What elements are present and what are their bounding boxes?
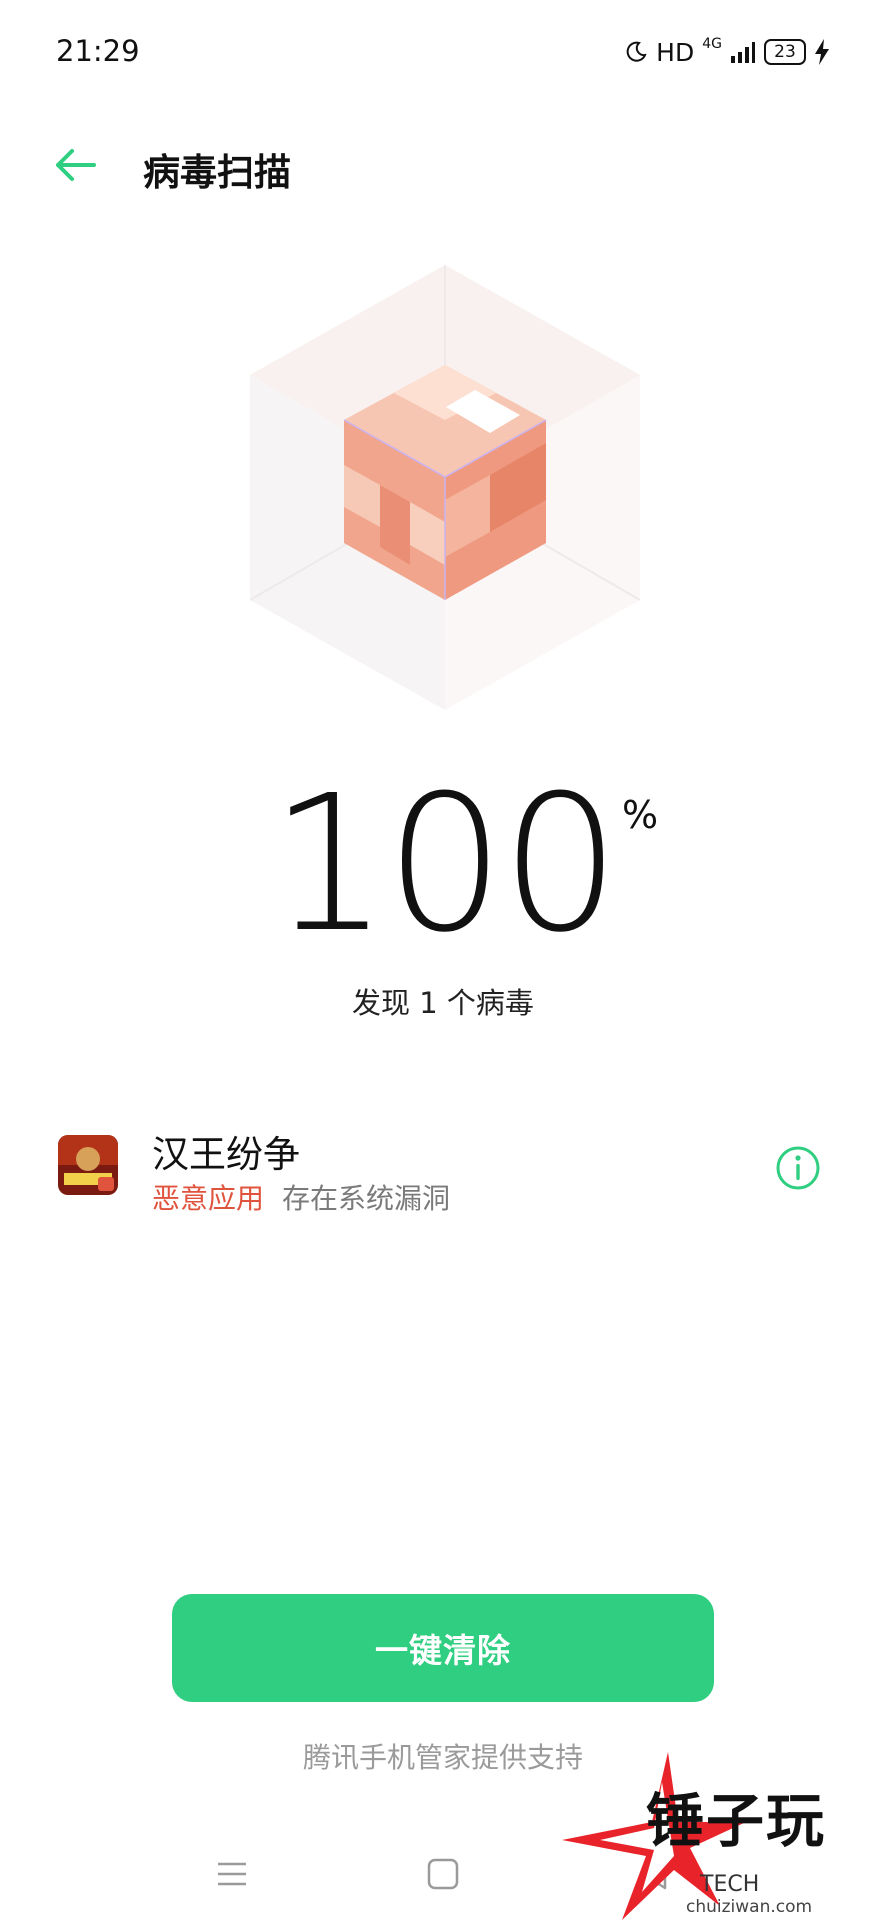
app-header: 病毒扫描 <box>0 120 886 210</box>
nav-menu-button[interactable] <box>212 1854 252 1894</box>
battery-indicator: 23 <box>764 39 806 65</box>
bolt-icon <box>815 39 829 65</box>
signal-icon <box>731 42 755 63</box>
menu-icon <box>218 1862 246 1886</box>
watermark-logo: 锤子玩 TECH chuiziwan.com <box>550 1752 886 1920</box>
moon-icon <box>626 41 647 62</box>
threat-list-item[interactable]: 汉王纷争 恶意应用 存在系统漏洞 <box>0 1115 886 1215</box>
hd-indicator: HD <box>656 37 695 67</box>
home-square-icon <box>427 1858 459 1890</box>
nav-home-button[interactable] <box>423 1854 463 1894</box>
one-click-clean-button[interactable]: 一键清除 <box>172 1594 714 1702</box>
app-icon <box>58 1135 118 1195</box>
network-type: 4G <box>702 36 722 52</box>
back-button[interactable] <box>52 142 98 188</box>
threat-type-label: 恶意应用 <box>152 1182 265 1215</box>
watermark-brand: 锤子玩 <box>646 1787 827 1855</box>
scan-progress: 100 % <box>0 755 886 974</box>
page-title: 病毒扫描 <box>143 151 291 194</box>
status-bar: 21:29 HD 4G 23 <box>0 0 886 100</box>
scan-percent-value: 100 <box>269 755 621 974</box>
app-name: 汉王纷争 <box>152 1133 300 1176</box>
scan-result-text: 发现 1 个病毒 <box>352 986 534 1020</box>
status-icons: HD 4G 23 <box>624 36 830 68</box>
threat-description: 存在系统漏洞 <box>282 1182 451 1215</box>
info-icon <box>776 1146 820 1190</box>
info-button[interactable] <box>775 1145 821 1191</box>
status-time: 21:29 <box>56 34 140 68</box>
scan-cube-illustration <box>249 265 641 710</box>
watermark-sub: TECH <box>700 1872 760 1897</box>
percent-sign: % <box>622 793 659 837</box>
arrow-left-icon <box>56 149 96 181</box>
watermark-url: chuiziwan.com <box>686 1897 813 1917</box>
